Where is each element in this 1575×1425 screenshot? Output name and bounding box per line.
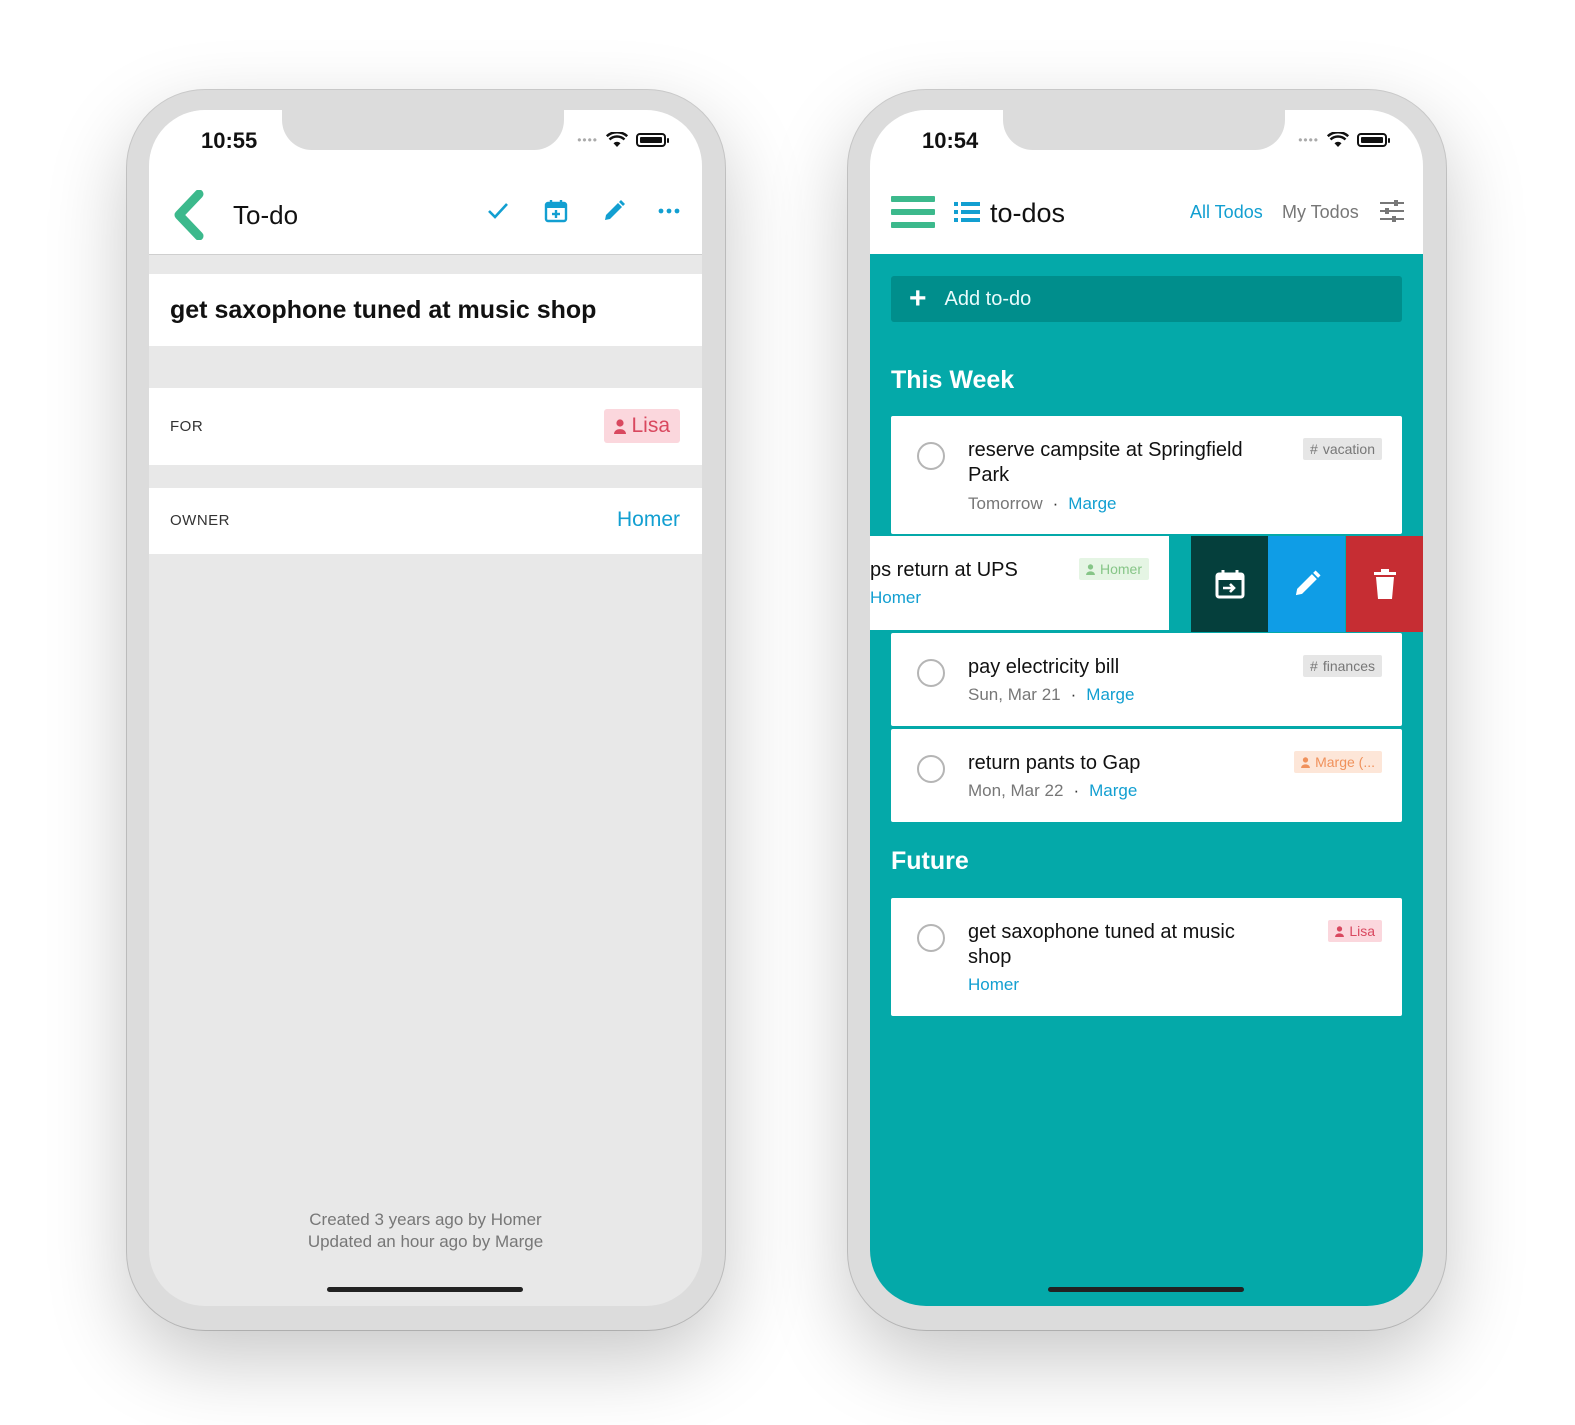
edit-button[interactable] xyxy=(1268,536,1345,632)
person-icon xyxy=(1335,925,1345,937)
todo-item[interactable]: get saxophone tuned at music shop Homer L… xyxy=(891,898,1402,1016)
phone-frame-right: 10:54 •••• to-dos All Todos My Todos + A… xyxy=(848,90,1446,1330)
todo-list-screen: 10:54 •••• to-dos All Todos My Todos + A… xyxy=(870,110,1423,1306)
pencil-icon[interactable] xyxy=(601,198,627,224)
todo-person[interactable]: Marge xyxy=(1086,685,1134,704)
status-time: 10:55 xyxy=(201,128,258,153)
tag-badge[interactable]: # vacation xyxy=(1303,438,1382,460)
signal-icon: •••• xyxy=(1298,133,1319,147)
todo-title: get saxophone tuned at music shop xyxy=(170,296,597,324)
hashtag-icon: # xyxy=(1310,658,1318,674)
status-icons: •••• xyxy=(577,132,669,148)
tag-badge[interactable]: # finances xyxy=(1303,655,1382,677)
page-title: To-do xyxy=(233,200,299,230)
todo-person[interactable]: Homer xyxy=(870,588,921,607)
todo-item[interactable]: reserve campsite at Springfield Park Tomo… xyxy=(891,416,1402,534)
pencil-icon xyxy=(1295,570,1321,596)
plus-icon: + xyxy=(909,282,927,315)
owner-value[interactable]: Homer xyxy=(617,508,680,532)
calendar-move-icon xyxy=(1215,570,1244,599)
check-icon[interactable] xyxy=(485,198,511,224)
todo-person[interactable]: Marge xyxy=(1068,494,1116,513)
more-icon[interactable] xyxy=(656,198,682,224)
add-todo-button[interactable]: + Add to-do xyxy=(891,276,1402,322)
todo-checkbox[interactable] xyxy=(917,442,945,470)
todo-meta: Sun, Mar 21 · Marge xyxy=(968,685,1135,704)
for-badge[interactable]: Lisa xyxy=(604,409,680,443)
wifi-icon xyxy=(606,132,628,147)
todo-meta: Tomorrow · Marge xyxy=(968,494,1117,513)
for-value: Lisa xyxy=(631,414,670,437)
todo-title: return pants to Gap xyxy=(968,752,1141,774)
nav-bar: To-do xyxy=(149,172,702,255)
todo-item[interactable]: pay electricity bill Sun, Mar 21 · Marge #… xyxy=(891,633,1402,726)
status-time: 10:54 xyxy=(922,128,979,153)
todo-checkbox[interactable] xyxy=(917,755,945,783)
todo-person[interactable]: Marge xyxy=(1089,781,1137,800)
section-this-week: This Week xyxy=(891,366,1015,394)
reschedule-button[interactable] xyxy=(1191,536,1268,632)
notch xyxy=(282,110,564,150)
todo-checkbox[interactable] xyxy=(917,924,945,952)
hamburger-icon[interactable] xyxy=(891,196,935,235)
status-icons: •••• xyxy=(1298,132,1390,148)
page-title: to-dos xyxy=(990,198,1066,228)
tab-my-todos[interactable]: My Todos xyxy=(1282,202,1359,223)
sliders-icon[interactable] xyxy=(1380,200,1404,222)
battery-icon xyxy=(636,133,669,147)
chevron-left-icon[interactable] xyxy=(169,190,209,240)
owner-label: OWNER xyxy=(170,512,230,529)
todo-title: get saxophone tuned at music shop xyxy=(968,921,1235,968)
todo-date: Mon, Mar 22 xyxy=(968,781,1064,800)
notch xyxy=(1003,110,1285,150)
todo-title-card: get saxophone tuned at music shop xyxy=(149,274,702,346)
tag-badge[interactable]: Homer xyxy=(1078,558,1149,580)
todo-date: Sun, Mar 21 xyxy=(968,685,1061,704)
battery-icon xyxy=(1357,133,1390,147)
signal-icon: •••• xyxy=(577,133,598,147)
for-label: FOR xyxy=(170,418,204,435)
todo-checkbox[interactable] xyxy=(917,659,945,687)
home-indicator xyxy=(327,1287,523,1292)
person-icon xyxy=(1301,756,1310,768)
todo-meta: Mon, Mar 22 · Marge xyxy=(968,781,1138,800)
todo-detail-screen: 10:55 •••• To-do get saxophone tuned at … xyxy=(149,110,702,1306)
todo-title: pay electricity bill xyxy=(968,656,1120,678)
home-indicator xyxy=(1048,1287,1244,1292)
owner-field-row[interactable]: OWNER Homer xyxy=(149,488,702,554)
section-future: Future xyxy=(891,847,969,875)
updated-text: Updated an hour ago by Marge xyxy=(307,1232,544,1251)
trash-icon xyxy=(1373,569,1396,599)
todo-title: reserve campsite at Springfield Park xyxy=(968,439,1243,486)
list-icon xyxy=(954,202,980,222)
todo-person[interactable]: Homer xyxy=(968,975,1019,994)
delete-button[interactable] xyxy=(1346,536,1423,632)
todo-title: ps return at UPS xyxy=(870,559,1018,581)
todo-date: Tomorrow xyxy=(968,494,1043,513)
wifi-icon xyxy=(1327,132,1349,147)
nav-bar: to-dos All Todos My Todos xyxy=(870,172,1423,254)
tab-all-todos[interactable]: All Todos xyxy=(1190,202,1263,223)
add-todo-label: Add to-do xyxy=(944,287,1032,310)
phone-frame-left: 10:55 •••• To-do get saxophone tuned at … xyxy=(127,90,725,1330)
hashtag-icon: # xyxy=(1310,441,1318,457)
tag-badge[interactable]: Marge (... xyxy=(1294,751,1382,773)
person-icon xyxy=(1086,563,1095,575)
tag-badge[interactable]: Lisa xyxy=(1328,920,1382,942)
todo-item-swiped[interactable]: ps return at UPS Homer Homer xyxy=(870,536,1169,630)
calendar-plus-icon[interactable] xyxy=(543,198,569,224)
person-icon xyxy=(614,418,627,434)
for-field-row[interactable]: FOR Lisa xyxy=(149,388,702,465)
todo-meta: Homer xyxy=(870,588,921,608)
created-text: Created 3 years ago by Homer xyxy=(309,1210,542,1229)
todo-item[interactable]: return pants to Gap Mon, Mar 22 · Marge Ma… xyxy=(891,729,1402,822)
todo-meta: Homer xyxy=(968,975,1019,995)
